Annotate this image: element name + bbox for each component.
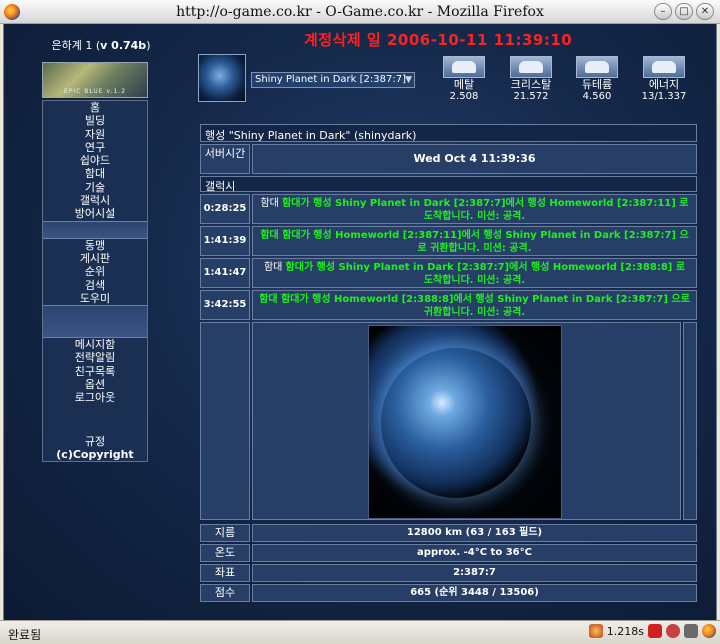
spider-icon[interactable] xyxy=(588,624,603,638)
nav-item-technology[interactable]: 기술 xyxy=(43,181,147,194)
server-time-value: Wed Oct 4 11:39:36 xyxy=(252,144,697,174)
nav-item-options[interactable]: 옵션 xyxy=(43,378,147,391)
events-label: 갤럭시 xyxy=(200,176,697,193)
nav-item-alliance[interactable]: 동맹 xyxy=(43,239,147,252)
universe-label: 은하계 1 (v 0.74b) xyxy=(51,39,151,52)
planet-image xyxy=(368,325,562,519)
nav-separator xyxy=(43,220,147,239)
nav-item-notices[interactable]: 전략알림 xyxy=(43,351,147,364)
nav-item-ranking[interactable]: 순위 xyxy=(43,265,147,278)
energy-icon xyxy=(643,56,685,78)
nav-item-defense[interactable]: 방어시설 xyxy=(43,207,147,220)
game-logo: EPIC BLUE v.1.2 xyxy=(42,62,148,98)
crystal-icon xyxy=(510,56,552,78)
nav-item-logout[interactable]: 로그아웃 xyxy=(43,391,147,404)
block-icon[interactable] xyxy=(648,624,662,638)
addon-icon[interactable] xyxy=(684,624,698,638)
planet-header: 행성 "Shiny Planet in Dark" (shinydark) xyxy=(200,124,697,142)
nav-item-home[interactable]: 홈 xyxy=(43,101,147,114)
nav-item-galaxy[interactable]: 갤럭시 xyxy=(43,194,147,207)
browser-statusbar: 완료됨 1.218s xyxy=(0,620,720,644)
planet-select[interactable]: Shiny Planet in Dark [2:387:7] ▼ xyxy=(251,72,415,88)
stat-label: 지름 xyxy=(200,524,250,542)
nav-item-fleet[interactable]: 함대 xyxy=(43,167,147,180)
stat-temperature: approx. -4°C to 36°C xyxy=(252,544,697,562)
planet-thumbnail[interactable] xyxy=(198,54,246,102)
page-viewport: 은하계 1 (v 0.74b) EPIC BLUE v.1.2 홈 빌딩 자원 … xyxy=(3,24,717,620)
image-side-left xyxy=(200,322,250,520)
nav-item-research[interactable]: 연구 xyxy=(43,141,147,154)
resource-energy: 에너지 13/1.337 xyxy=(640,56,688,103)
image-side-right xyxy=(683,322,697,520)
load-timer: 1.218s xyxy=(606,624,644,638)
fleet-time: 1:41:47 xyxy=(200,258,250,288)
fleet-event[interactable]: 함대 함대가 행성 Homeworld [2:388:8]에서 행성 Shiny… xyxy=(252,290,697,320)
close-button[interactable]: ✕ xyxy=(696,3,714,20)
stat-label: 좌표 xyxy=(200,564,250,582)
fleet-event[interactable]: 함대 함대가 행성 Shiny Planet in Dark [2:387:7]… xyxy=(252,194,697,224)
nav-item-rules[interactable]: 규정 xyxy=(43,435,147,448)
stat-points: 665 (순위 3448 / 13506) xyxy=(252,584,697,602)
window-titlebar: http://o-game.co.kr - O-Game.co.kr - Moz… xyxy=(0,0,720,24)
fleet-event[interactable]: 함대 함대가 행성 Shiny Planet in Dark [2:387:7]… xyxy=(252,258,697,288)
maximize-button[interactable]: □ xyxy=(675,3,693,20)
nav-item-help[interactable]: 도우미 xyxy=(43,292,147,305)
nav-item-search[interactable]: 검색 xyxy=(43,279,147,292)
fleet-time: 1:41:39 xyxy=(200,226,250,256)
nav-item-buddies[interactable]: 친구목록 xyxy=(43,365,147,378)
nav-item-shipyard[interactable]: 쉽야드 xyxy=(43,154,147,167)
firefox-icon[interactable] xyxy=(702,624,716,638)
stat-diameter: 12800 km (63 / 163 필드) xyxy=(252,524,697,542)
nav-separator xyxy=(43,305,147,339)
metal-icon xyxy=(443,56,485,78)
fleet-time: 0:28:25 xyxy=(200,194,250,224)
chevron-down-icon: ▼ xyxy=(405,75,412,85)
stat-coordinates[interactable]: 2:387:7 xyxy=(252,564,697,582)
minimize-button[interactable]: – xyxy=(654,3,672,20)
server-time-label: 서버시간 xyxy=(200,144,250,174)
resource-crystal: 크리스탈 21.572 xyxy=(507,56,555,103)
account-delete-notice: 계정삭제 일 2006-10-11 11:39:10 xyxy=(304,31,573,49)
nav-item-resources[interactable]: 자원 xyxy=(43,128,147,141)
stop-icon[interactable] xyxy=(666,624,680,638)
nav-item-board[interactable]: 게시판 xyxy=(43,252,147,265)
resource-deuterium: 듀테륨 4.560 xyxy=(573,56,621,103)
fleet-time: 3:42:55 xyxy=(200,290,250,320)
window-title: http://o-game.co.kr - O-Game.co.kr - Moz… xyxy=(176,4,544,20)
nav-item-messages[interactable]: 메시지함 xyxy=(43,338,147,351)
stat-label: 점수 xyxy=(200,584,250,602)
nav-menu-main: 홈 빌딩 자원 연구 쉽야드 함대 기술 갤럭시 방어시설 동맹 게시판 순위 … xyxy=(42,100,148,463)
deuterium-icon xyxy=(576,56,618,78)
status-text: 완료됨 xyxy=(8,628,42,642)
stat-label: 온도 xyxy=(200,544,250,562)
nav-item-copyright[interactable]: (c)Copyright xyxy=(43,448,147,461)
fleet-event[interactable]: 함대 함대가 행성 Homeworld [2:387:11]에서 행성 Shin… xyxy=(252,226,697,256)
resource-metal: 메탈 2.508 xyxy=(440,56,488,103)
nav-item-buildings[interactable]: 빌딩 xyxy=(43,114,147,127)
